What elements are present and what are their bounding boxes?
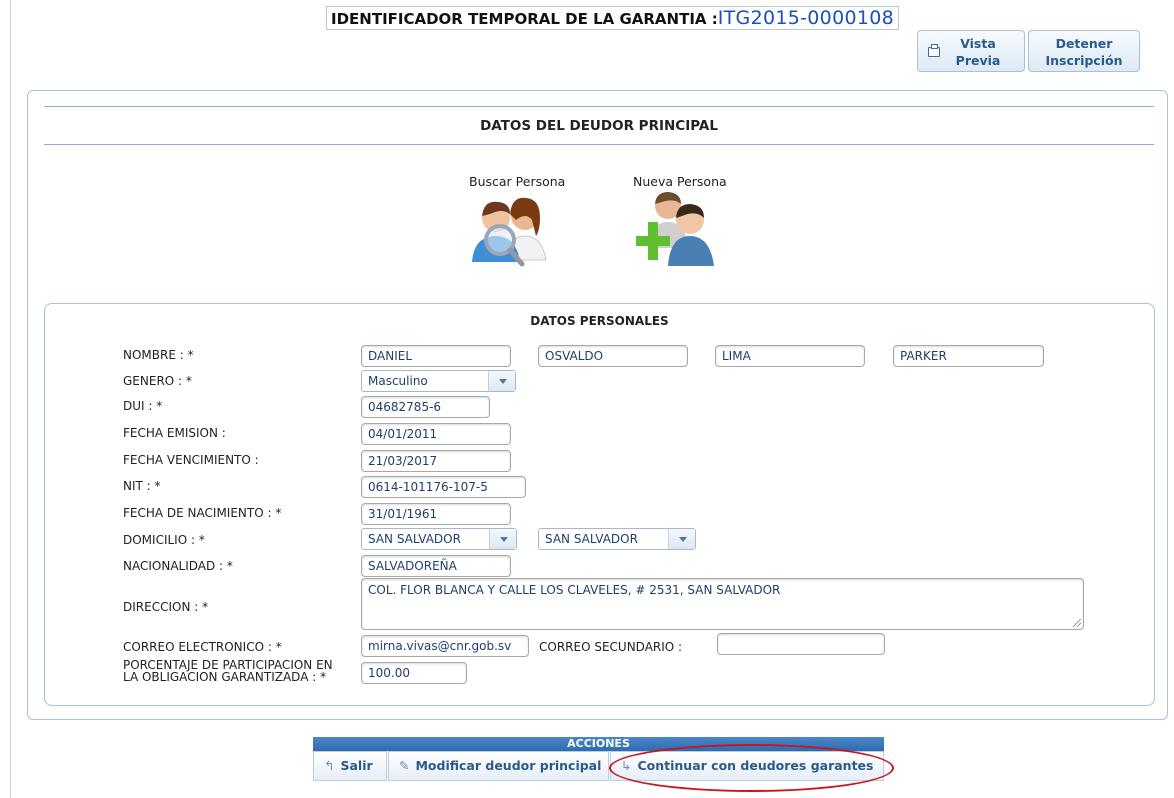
- exit-label: Salir: [340, 758, 373, 773]
- exit-button[interactable]: ↰ Salir: [313, 751, 387, 781]
- chevron-down-icon: [489, 529, 516, 549]
- label-nombre: NOMBRE : *: [123, 348, 194, 362]
- guarantee-identifier: IDENTIFICADOR TEMPORAL DE LA GARANTIA :I…: [326, 6, 900, 30]
- dui-field[interactable]: 04682785-6: [361, 396, 490, 418]
- pencil-icon: ✎: [399, 758, 410, 773]
- modify-debtor-button[interactable]: ✎ Modificar deudor principal: [388, 751, 609, 781]
- department-value: SAN SALVADOR: [368, 532, 461, 546]
- label-fecha-vencimiento: FECHA VENCIMIENTO :: [123, 453, 259, 467]
- resize-grip-icon[interactable]: [1073, 619, 1081, 627]
- gender-value: Masculino: [368, 374, 428, 388]
- new-person-label: Nueva Persona: [633, 174, 727, 189]
- stop-label-line2: Inscripción: [1045, 53, 1123, 68]
- second-surname-field[interactable]: PARKER: [893, 345, 1044, 367]
- stop-label-line1: Detener: [1055, 36, 1113, 51]
- printer-icon: [928, 44, 940, 57]
- email-field[interactable]: mirna.vivas@cnr.gob.sv: [361, 635, 529, 657]
- personal-data-title: DATOS PERSONALES: [530, 314, 669, 328]
- label-direccion: DIRECCION : *: [123, 600, 209, 614]
- preview-button[interactable]: Vista Previa: [917, 30, 1025, 72]
- label-dui: DUI : *: [123, 399, 163, 413]
- secondary-email-field[interactable]: [717, 633, 885, 655]
- label-nit: NIT : *: [123, 479, 161, 493]
- address-textarea[interactable]: COL. FLOR BLANCA Y CALLE LOS CLAVELES, #…: [361, 578, 1084, 630]
- identifier-value: ITG2015-0000108: [717, 7, 895, 29]
- label-fecha-emision: FECHA EMISION :: [123, 426, 226, 440]
- chevron-down-icon: [488, 371, 515, 391]
- first-surname-field[interactable]: LIMA: [715, 345, 865, 367]
- divider-bottom: [44, 144, 1154, 145]
- label-nacionalidad: NACIONALIDAD : *: [123, 559, 233, 573]
- chevron-down-icon: [668, 529, 695, 549]
- identifier-label: IDENTIFICADOR TEMPORAL DE LA GARANTIA :: [331, 10, 718, 28]
- municipality-value: SAN SALVADOR: [545, 532, 638, 546]
- gender-select[interactable]: Masculino: [361, 370, 516, 392]
- label-porcentaje-line2: LA OBLIGACION GARANTIZADA : *: [123, 670, 327, 684]
- modify-label: Modificar deudor principal: [415, 758, 602, 773]
- label-fecha-nacimiento: FECHA DE NACIMIENTO : *: [123, 506, 282, 520]
- percentage-field[interactable]: 100.00: [361, 662, 467, 684]
- nationality-field[interactable]: SALVADOREÑA: [361, 555, 511, 577]
- label-porcentaje: PORCENTAJE DE PARTICIPACION EN LA OBLIGA…: [123, 659, 333, 683]
- municipality-select[interactable]: SAN SALVADOR: [538, 528, 696, 550]
- stop-inscription-button[interactable]: Detener Inscripción: [1028, 30, 1140, 72]
- section-title: DATOS DEL DEUDOR PRINCIPAL: [480, 118, 718, 134]
- department-select[interactable]: SAN SALVADOR: [361, 528, 517, 550]
- back-arrow-icon: ↰: [324, 758, 335, 773]
- birth-date-field[interactable]: 31/01/1961: [361, 503, 511, 525]
- label-domicilio: DOMICILIO : *: [123, 533, 205, 547]
- preview-label-line1: Vista: [960, 36, 996, 51]
- label-correo-secundario: CORREO SECUNDARIO :: [539, 640, 683, 654]
- label-genero: GENERO : *: [123, 374, 192, 388]
- divider-top: [44, 106, 1154, 107]
- address-value: COL. FLOR BLANCA Y CALLE LOS CLAVELES, #…: [368, 583, 781, 597]
- label-correo: CORREO ELECTRONICO : *: [123, 640, 282, 654]
- left-border: [10, 0, 11, 798]
- search-person-icon[interactable]: [470, 190, 554, 270]
- issue-date-field[interactable]: 04/01/2011: [361, 423, 511, 445]
- highlight-oval: [609, 744, 894, 792]
- search-person-label: Buscar Persona: [469, 174, 566, 189]
- first-name-field[interactable]: DANIEL: [361, 345, 511, 367]
- nit-field[interactable]: 0614-101176-107-5: [361, 476, 526, 498]
- expiry-date-field[interactable]: 21/03/2017: [361, 450, 511, 472]
- preview-label-line2: Previa: [955, 53, 1001, 68]
- second-name-field[interactable]: OSVALDO: [538, 345, 688, 367]
- add-person-icon[interactable]: [636, 188, 720, 270]
